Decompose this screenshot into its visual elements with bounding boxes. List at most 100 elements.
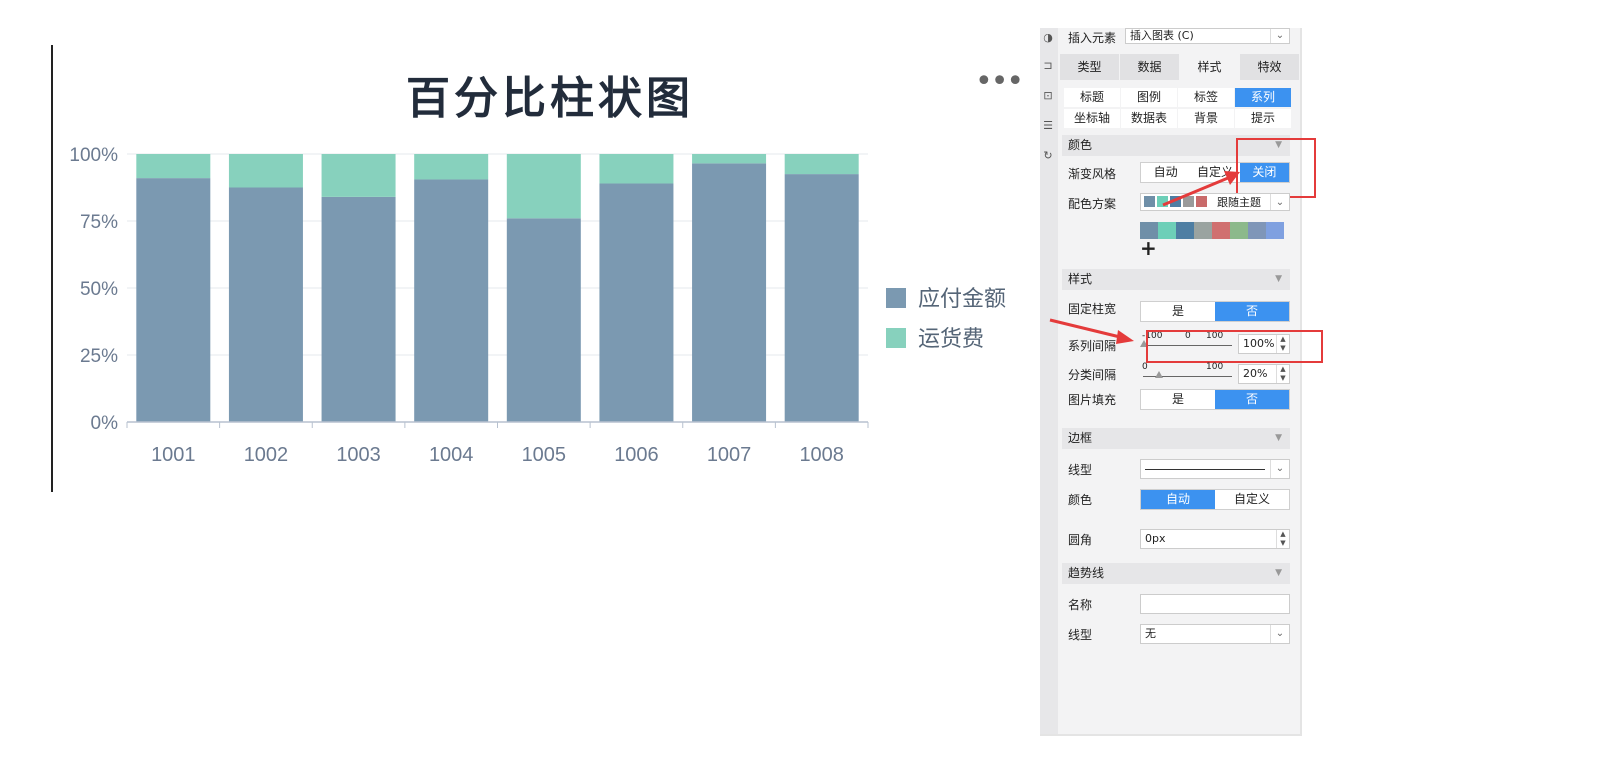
add-color-icon[interactable]: + <box>1140 238 1157 258</box>
spinner-arrows-icon[interactable]: ▲ ▼ <box>1276 530 1289 548</box>
bar-payable <box>506 218 581 422</box>
tab-data[interactable]: 数据 <box>1120 54 1180 80</box>
category-gap-slider[interactable]: 0 100 <box>1140 362 1232 383</box>
y-tick-label: 25% <box>80 346 118 367</box>
insert-element-select[interactable]: 插入图表 (C) ⌄ <box>1125 28 1290 44</box>
fixed-width-toggle: 是 否 <box>1140 301 1290 322</box>
palette-swatch[interactable] <box>1194 222 1212 239</box>
section-color-title: 颜色 <box>1068 138 1093 152</box>
subtab-tooltip[interactable]: 提示 <box>1235 109 1291 128</box>
x-tick-label: 1002 <box>244 444 289 466</box>
bar-freight <box>784 154 859 175</box>
bar-payable <box>784 174 859 422</box>
bar-freight <box>506 154 581 219</box>
fixed-width-row: 固定柱宽 是 否 <box>1068 300 1292 322</box>
fixed-width-no[interactable]: 否 <box>1215 302 1289 321</box>
border-line-select[interactable]: ⌄ <box>1140 459 1290 479</box>
section-trendline[interactable]: 趋势线 ▼ <box>1062 563 1290 584</box>
palette-swatches <box>1140 222 1284 239</box>
bar-freight <box>228 154 303 188</box>
image-fill-yes[interactable]: 是 <box>1141 390 1215 409</box>
subtab-label[interactable]: 标签 <box>1178 88 1234 107</box>
toolbar-icon-2[interactable]: ⊐ <box>1042 60 1054 72</box>
category-gap-input[interactable]: 20% ▲ ▼ <box>1238 364 1290 384</box>
trend-line-row: 线型 无 ⌄ <box>1068 624 1292 646</box>
tab-effects-label: 特效 <box>1257 60 1282 74</box>
color-scheme-label: 配色方案 <box>1068 197 1117 211</box>
bar-chart: 0% 25% 50% 75% 100% 1001 1002 1003 1004 1005 1006 1… <box>69 145 1006 466</box>
toolbar-icon-1[interactable]: ◑ <box>1042 32 1054 44</box>
solid-line-icon <box>1145 469 1265 470</box>
subtab-legend[interactable]: 图例 <box>1121 88 1177 107</box>
trend-name-input[interactable] <box>1140 594 1290 614</box>
toolbar-icon-3[interactable]: ⊡ <box>1042 90 1054 102</box>
chevron-down-icon: ⌄ <box>1270 625 1289 643</box>
trend-name-row: 名称 <box>1068 594 1292 616</box>
toolbar-icon-4[interactable]: ☰ <box>1042 120 1054 132</box>
insert-element-label: 插入元素 <box>1068 31 1117 45</box>
bar-payable <box>414 179 489 422</box>
section-style[interactable]: 样式 ▼ <box>1062 269 1290 290</box>
bar-payable <box>136 178 211 422</box>
category-gap-tick-min: 0 <box>1142 362 1148 372</box>
highlight-box-gradient <box>1236 138 1316 198</box>
category-gap-label: 分类间隔 <box>1068 368 1117 382</box>
collapse-caret-icon: ▼ <box>1275 568 1282 578</box>
border-color-toggle: 自动 自定义 <box>1140 489 1290 510</box>
palette-swatch[interactable] <box>1248 222 1266 239</box>
slider-thumb-icon[interactable] <box>1155 371 1163 378</box>
section-style-title: 样式 <box>1068 272 1093 286</box>
border-line-label: 线型 <box>1068 463 1093 477</box>
corner-label: 圆角 <box>1068 533 1093 547</box>
highlight-box-series-gap <box>1146 330 1323 363</box>
x-tick-label: 1004 <box>429 444 474 466</box>
bar-freight <box>321 154 396 197</box>
tab-effects[interactable]: 特效 <box>1240 54 1300 80</box>
gradient-auto-option[interactable]: 自动 <box>1141 163 1190 182</box>
category-gap-value: 20% <box>1243 367 1268 380</box>
image-fill-row: 图片填充 是 否 <box>1068 389 1292 411</box>
section-trendline-title: 趋势线 <box>1068 566 1105 580</box>
spinner-arrows-icon[interactable]: ▲ ▼ <box>1276 365 1289 383</box>
gradient-style-label: 渐变风格 <box>1068 167 1117 181</box>
color-scheme-value: 跟随主题 <box>1217 196 1261 209</box>
fixed-width-yes[interactable]: 是 <box>1141 302 1215 321</box>
subtab-axis[interactable]: 坐标轴 <box>1064 109 1120 128</box>
trend-line-value: 无 <box>1145 627 1156 640</box>
y-tick-label: 0% <box>91 413 119 434</box>
bar-payable <box>321 196 396 422</box>
side-toolbar: ◑ ⊐ ⊡ ☰ ↻ <box>1040 28 1058 734</box>
image-fill-no[interactable]: 否 <box>1215 390 1289 409</box>
trend-name-label: 名称 <box>1068 598 1093 612</box>
chevron-down-icon: ⌄ <box>1270 460 1289 478</box>
category-gap-tick-max: 100 <box>1206 362 1224 372</box>
collapse-caret-icon: ▼ <box>1275 433 1282 443</box>
subtab-background[interactable]: 背景 <box>1178 109 1234 128</box>
subtab-title[interactable]: 标题 <box>1064 88 1120 107</box>
border-color-auto[interactable]: 自动 <box>1141 490 1215 509</box>
bar-freight <box>414 154 489 180</box>
trend-line-select[interactable]: 无 ⌄ <box>1140 624 1290 644</box>
palette-swatch[interactable] <box>1158 222 1176 239</box>
palette-swatch[interactable] <box>1266 222 1284 239</box>
subtab-datatable[interactable]: 数据表 <box>1121 109 1177 128</box>
tab-type[interactable]: 类型 <box>1060 54 1120 80</box>
palette-swatch[interactable] <box>1230 222 1248 239</box>
x-tick-label: 1008 <box>799 444 844 466</box>
x-tick-label: 1005 <box>522 444 567 466</box>
color-scheme-select[interactable]: 跟随主题 ⌄ <box>1140 193 1290 211</box>
palette-swatch[interactable] <box>1212 222 1230 239</box>
border-color-custom[interactable]: 自定义 <box>1215 490 1289 509</box>
chart-area: 百分比柱状图 ••• 0% 25% 50% 75% 100% 1001 1002 1003 10… <box>0 0 1040 520</box>
subtab-series[interactable]: 系列 <box>1235 88 1291 107</box>
corner-input[interactable]: 0px ▲ ▼ <box>1140 529 1290 549</box>
palette-swatch[interactable] <box>1176 222 1194 239</box>
tab-data-label: 数据 <box>1137 60 1162 74</box>
chevron-down-icon: ⌄ <box>1270 29 1289 43</box>
toolbar-icon-5[interactable]: ↻ <box>1042 150 1054 162</box>
tab-style[interactable]: 样式 <box>1180 54 1240 80</box>
palette-row: + <box>1068 222 1292 258</box>
section-border[interactable]: 边框 ▼ <box>1062 428 1290 449</box>
bar-payable <box>228 187 303 422</box>
gradient-custom-option[interactable]: 自定义 <box>1190 163 1239 182</box>
